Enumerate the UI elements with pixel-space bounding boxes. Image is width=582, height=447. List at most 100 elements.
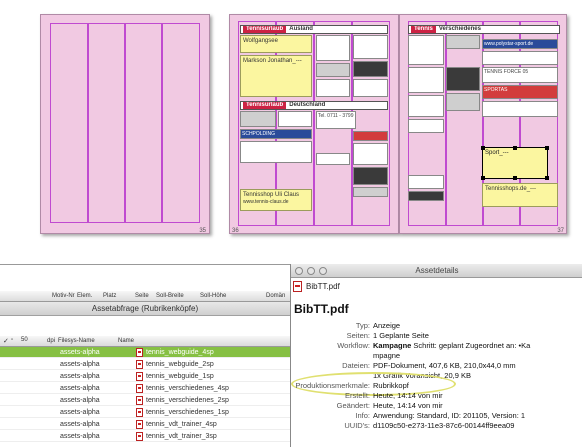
ad-box-image[interactable]: [482, 101, 558, 117]
ad-box-image[interactable]: [482, 51, 558, 65]
ad-box-image[interactable]: [353, 131, 388, 141]
resize-handle[interactable]: [481, 176, 485, 180]
ad-box-tennisshop-url: www.tennis-claus.de: [243, 199, 289, 205]
window-title: Assetdetails: [415, 266, 459, 275]
ad-box-image[interactable]: [353, 35, 388, 59]
page-37[interactable]: Tennis Verschiedenes www.polystar-sport.d…: [399, 14, 567, 234]
column-header[interactable]: 50: [21, 337, 28, 343]
ad-box-image[interactable]: [408, 119, 444, 133]
page-number: 37: [557, 228, 564, 234]
ad-box-image[interactable]: [316, 35, 350, 61]
workflow-detail: Schritt: geplant Zugeordnet an: •Ka: [411, 341, 531, 350]
ad-box-image[interactable]: [316, 153, 350, 165]
ad-box-image[interactable]: [446, 67, 480, 91]
asset-filesys: assets-alpha: [60, 433, 100, 440]
prop-value-produktionsmerkmale: Rubrikkopf: [373, 381, 409, 390]
column-header[interactable]: Elem.: [77, 293, 92, 299]
ad-box-image[interactable]: [316, 79, 350, 97]
pdf-file-icon: [136, 432, 143, 441]
resize-handle[interactable]: [545, 146, 549, 150]
header-label: Verschiedenes: [438, 26, 481, 32]
resize-handle[interactable]: [513, 176, 517, 180]
page-36[interactable]: Tennisurlaub Ausland Wolfgangsee Markson …: [229, 14, 399, 234]
prop-value-erstellt: Heute, 14:14 von mir: [373, 391, 443, 400]
resize-handle[interactable]: [481, 146, 485, 150]
pdf-file-icon: [136, 372, 143, 381]
ad-box-image[interactable]: [353, 167, 388, 185]
ad-box-polystar[interactable]: www.polystar-sport.de: [482, 39, 558, 49]
workflow-name: Kampagne: [373, 341, 412, 350]
ad-box-image[interactable]: [353, 143, 388, 165]
column-header[interactable]: Seite: [135, 293, 149, 299]
asset-row[interactable]: assets-alpha tennis_vdt_trainer_4sp: [0, 419, 290, 430]
ad-box-image[interactable]: [278, 111, 312, 127]
ad-box-image[interactable]: [408, 95, 444, 117]
pdf-file-icon: [136, 420, 143, 429]
asset-row[interactable]: assets-alpha tennis_verschiedenes_4sp: [0, 383, 290, 394]
ad-box-tennisshops-de[interactable]: Tennisshops.de_---: [482, 183, 558, 207]
pdf-file-icon: [136, 408, 143, 417]
resize-handle[interactable]: [545, 176, 549, 180]
ad-box-image[interactable]: [353, 187, 388, 197]
check-icon[interactable]: ✓: [3, 337, 9, 345]
ad-box-image[interactable]: [240, 111, 276, 127]
resize-handle[interactable]: [513, 146, 517, 150]
column-header-name[interactable]: Name: [118, 338, 134, 344]
ad-box-tel[interactable]: Tel. 0711 - 3799: [316, 111, 356, 129]
ad-box-markson[interactable]: Markson Jonathan_---: [240, 55, 312, 97]
ad-box-image[interactable]: [353, 79, 388, 97]
prop-label-erstellt: Erstellt:: [344, 391, 370, 400]
column-header[interactable]: Soll-Höhe: [200, 293, 226, 299]
ad-box-tennisshop[interactable]: Tennisshop Uli Claus www.tennis-claus.de: [240, 189, 312, 211]
ad-box-sportas[interactable]: SPORTAS: [482, 85, 558, 99]
ad-box-image[interactable]: [240, 141, 312, 163]
prop-value-typ: Anzeige: [373, 321, 401, 330]
asset-row[interactable]: assets-alpha tennis_webguide_1sp: [0, 371, 290, 382]
ad-box-image[interactable]: [316, 63, 350, 77]
ad-box-image[interactable]: [408, 191, 444, 201]
margin-guide: [50, 23, 200, 223]
column-header[interactable]: Soll-Breite: [156, 293, 184, 299]
asset-row[interactable]: assets-alpha tennis_verschiedenes_1sp: [0, 407, 290, 418]
header-label: Deutschland: [289, 102, 326, 108]
ad-box-image[interactable]: [408, 175, 444, 189]
ad-box-image[interactable]: [408, 67, 444, 93]
prop-label-seiten: Seiten:: [346, 331, 370, 340]
asset-query-panel: Motiv-Nr Elem. Platz Seite Soll-Breite S…: [0, 264, 290, 447]
rubric-header-verschiedenes[interactable]: Tennis Verschiedenes: [408, 25, 560, 34]
asset-name: tennis_verschiedenes_1sp: [146, 409, 229, 416]
layout-spread-view[interactable]: 35 Tennisurlaub Ausland Wolfgangsee Marks…: [0, 0, 582, 264]
lock-icon[interactable]: ▫: [11, 337, 13, 343]
asset-details-window: Assetdetails BibTT.pdf BibTT.pdf Typ: An…: [290, 264, 582, 447]
prop-label-produktionsmerkmale: Produktionsmerkmale:: [295, 381, 370, 390]
column-header-filesys[interactable]: Filesys-Name: [58, 338, 95, 344]
window-titlebar[interactable]: Assetdetails: [291, 264, 582, 278]
asset-row[interactable]: assets-alpha tennis_webguide_4sp: [0, 347, 290, 358]
page-35[interactable]: 35: [40, 14, 210, 234]
ad-box-schpolding[interactable]: SCHPOLDING: [240, 129, 312, 139]
ad-box-image[interactable]: [446, 35, 480, 49]
column-header-dpi[interactable]: dpi: [47, 338, 55, 344]
header-label: Ausland: [289, 26, 313, 32]
file-name-title: BibTT.pdf: [294, 302, 349, 316]
asset-row[interactable]: assets-alpha tennis_webguide_2sp: [0, 359, 290, 370]
rubric-header-deutschland[interactable]: Tennisurlaub Deutschland: [240, 101, 388, 110]
rubric-header-ausland[interactable]: Tennisurlaub Ausland: [240, 25, 388, 34]
asset-row[interactable]: assets-alpha tennis_vdt_trainer_3sp: [0, 431, 290, 442]
column-header[interactable]: Domän: [266, 293, 285, 299]
header-accent: Tennisurlaub: [243, 26, 287, 33]
ad-box-image[interactable]: [446, 93, 480, 111]
header-accent: Tennisurlaub: [243, 102, 287, 109]
column-header[interactable]: Platz: [103, 293, 116, 299]
asset-row[interactable]: assets-alpha tennis_verschiedenes_2sp: [0, 395, 290, 406]
ad-box-image[interactable]: [353, 61, 388, 77]
ad-box-image[interactable]: [408, 35, 444, 65]
column-guide: [87, 24, 89, 222]
ad-box-tennisforce[interactable]: TENNIS FORCE 05: [482, 67, 558, 83]
ad-box-wolfgangsee[interactable]: Wolfgangsee: [240, 35, 312, 53]
column-header[interactable]: Motiv-Nr: [52, 293, 75, 299]
prop-label-workflow: Workflow:: [337, 341, 370, 350]
asset-filesys: assets-alpha: [60, 397, 100, 404]
ad-box-sport-selected[interactable]: Sport_---: [481, 146, 549, 180]
prop-label-geaendert: Geändert:: [336, 401, 370, 410]
